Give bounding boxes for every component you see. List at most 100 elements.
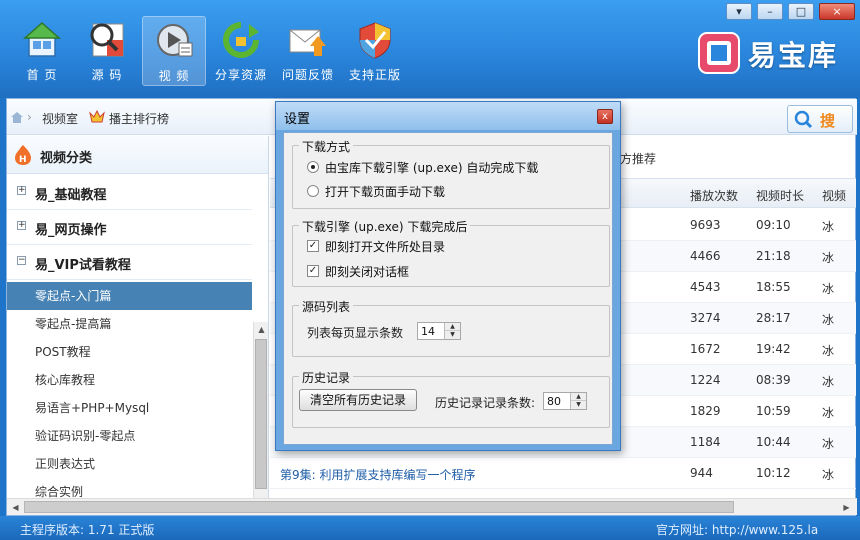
scroll-left-icon[interactable]: ◀: [8, 500, 23, 515]
collapse-toggle-icon[interactable]: −: [17, 256, 26, 265]
video-icon: [157, 24, 193, 57]
after-download-group: 下载引擎 (up.exe) 下载完成后 ✓ 即刻打开文件所处目录 ✓ 即刻关闭对…: [292, 218, 610, 287]
crown-icon: [89, 109, 105, 123]
sub-item-selected[interactable]: 零起点-入门篇: [7, 282, 252, 310]
category-vip[interactable]: − 易_VIP试看教程: [7, 245, 252, 280]
stepper-buttons[interactable]: ▲ ▼: [444, 323, 460, 339]
sidebar-header: H 视频分类: [7, 136, 268, 174]
breadcrumb-ranking[interactable]: 播主排行榜: [109, 110, 169, 127]
row-duration: 09:10: [756, 218, 791, 232]
stepper-up-icon[interactable]: ▲: [445, 323, 460, 331]
scroll-up-icon[interactable]: ▲: [254, 322, 268, 337]
search-icon: [794, 110, 813, 129]
nav-support[interactable]: 支持正版: [343, 16, 407, 86]
group-legend: 源码列表: [299, 298, 354, 315]
close-window-button[interactable]: ×: [819, 3, 855, 20]
stepper-value[interactable]: 80: [547, 395, 561, 408]
table-row[interactable]: 第9集: 利用扩展支持库编写一个程序 944 10:12 冰: [270, 458, 856, 489]
row-plays: 4543: [690, 280, 721, 294]
download-mode-group: 下载方式 由宝库下载引擎 (up.exe) 自动完成下载 打开下载页面手动下载: [292, 138, 610, 209]
source-list-group: 源码列表 列表每页显示条数 14 ▲ ▼: [292, 298, 610, 357]
category-web[interactable]: + 易_网页操作: [7, 210, 252, 245]
row-extra: 冰: [822, 313, 835, 327]
radio-checked-icon[interactable]: [307, 161, 319, 173]
nav-feedback[interactable]: 问题反馈: [276, 16, 340, 86]
history-count-stepper[interactable]: 80 ▲ ▼: [543, 392, 587, 410]
col-duration[interactable]: 视频时长: [756, 187, 804, 204]
row-duration: 10:59: [756, 404, 791, 418]
checkbox-checked-icon[interactable]: ✓: [307, 265, 319, 277]
stepper-buttons[interactable]: ▲ ▼: [570, 393, 586, 409]
status-bar: 主程序版本: 1.71 正式版 官方网址: http://www.125.la: [0, 516, 860, 540]
sub-item[interactable]: 验证码识别-零起点: [7, 422, 252, 450]
stepper-up-icon[interactable]: ▲: [571, 393, 586, 401]
tab-recommend[interactable]: 方推荐: [620, 150, 656, 167]
dropdown-menu-button[interactable]: ▾: [726, 3, 752, 20]
per-page-stepper[interactable]: 14 ▲ ▼: [417, 322, 461, 340]
nav-video[interactable]: 视 频: [142, 16, 206, 86]
dialog-title: 设置: [284, 112, 311, 127]
row-extra: 冰: [822, 468, 835, 482]
row-plays: 1224: [690, 373, 721, 387]
source-code-icon: [90, 23, 124, 57]
search-label: 搜: [820, 112, 836, 130]
horizontal-scrollbar[interactable]: ◀ ▶: [7, 498, 857, 515]
stepper-value[interactable]: 14: [421, 325, 435, 338]
stepper-down-icon[interactable]: ▼: [445, 331, 460, 339]
sub-item[interactable]: 核心库教程: [7, 366, 252, 394]
sub-item[interactable]: 零起点-提高篇: [7, 310, 252, 338]
radio-unchecked-icon[interactable]: [307, 185, 319, 197]
search-button[interactable]: 搜: [787, 105, 853, 133]
sub-item[interactable]: 正则表达式: [7, 450, 252, 478]
checkbox-label: 即刻关闭对话框: [325, 265, 410, 279]
row-plays: 1672: [690, 342, 721, 356]
row-duration: 10:44: [756, 435, 791, 449]
nav-home[interactable]: 首 页: [10, 16, 74, 86]
category-sidebar: H 视频分类 + 易_基础教程 + 易_网页操作 − 易_VIP试看教程 零起点…: [7, 136, 269, 498]
scrollbar-thumb[interactable]: [24, 501, 734, 513]
nav-source-label: 源 码: [91, 68, 123, 82]
sidebar-scrollbar[interactable]: ▲: [253, 322, 268, 498]
expand-toggle-icon[interactable]: +: [17, 186, 26, 195]
row-extra: 冰: [822, 220, 835, 234]
row-extra: 冰: [822, 282, 835, 296]
history-count-label: 历史记录记录条数:: [435, 396, 536, 410]
breadcrumb-video-room[interactable]: 视频室: [42, 110, 78, 127]
scrollbar-thumb[interactable]: [255, 339, 267, 489]
stepper-down-icon[interactable]: ▼: [571, 401, 586, 409]
nav-source[interactable]: 源 码: [75, 16, 139, 86]
scroll-right-icon[interactable]: ▶: [839, 500, 854, 515]
maximize-button[interactable]: □: [788, 3, 814, 20]
checkbox-checked-icon[interactable]: ✓: [307, 240, 319, 252]
feedback-mail-icon: [289, 29, 326, 56]
home-icon: [23, 21, 61, 57]
row-plays: 1829: [690, 404, 721, 418]
home-small-icon[interactable]: [10, 111, 24, 124]
category-basic[interactable]: + 易_基础教程: [7, 175, 252, 210]
row-extra: 冰: [822, 406, 835, 420]
row-title[interactable]: 第9集: 利用扩展支持库编写一个程序: [280, 466, 476, 483]
minimize-button[interactable]: –: [757, 3, 783, 20]
website-link[interactable]: 官方网址: http://www.125.la: [656, 521, 818, 538]
expand-toggle-icon[interactable]: +: [17, 221, 26, 230]
history-group: 历史记录 清空所有历史记录 历史记录记录条数: 80 ▲ ▼: [292, 369, 610, 428]
sub-item[interactable]: 易语言+PHP+Mysql: [7, 394, 252, 422]
logo-text: 易宝库: [748, 39, 839, 72]
row-plays: 1184: [690, 435, 721, 449]
checkbox-label: 即刻打开文件所处目录: [325, 240, 446, 254]
col-plays[interactable]: 播放次数: [690, 187, 738, 204]
sub-item[interactable]: 综合实例: [7, 478, 252, 498]
breadcrumb-separator: ›: [27, 110, 32, 124]
clear-history-button[interactable]: 清空所有历史记录: [299, 389, 417, 411]
row-plays: 3274: [690, 311, 721, 325]
radio-label: 打开下载页面手动下载: [325, 185, 446, 199]
nav-share[interactable]: 分享资源: [209, 16, 273, 86]
col-extra[interactable]: 视频: [822, 187, 846, 204]
row-duration: 10:12: [756, 466, 791, 480]
dialog-close-button[interactable]: x: [597, 109, 613, 124]
dialog-titlebar[interactable]: 设置 x: [276, 102, 620, 130]
sub-item[interactable]: POST教程: [7, 338, 252, 366]
top-toolbar: 首 页 源 码 视 频 分享资源 问题反馈 支持正版 ▾ – □ × 易宝库: [0, 0, 860, 98]
row-extra: 冰: [822, 251, 835, 265]
row-extra: 冰: [822, 437, 835, 451]
